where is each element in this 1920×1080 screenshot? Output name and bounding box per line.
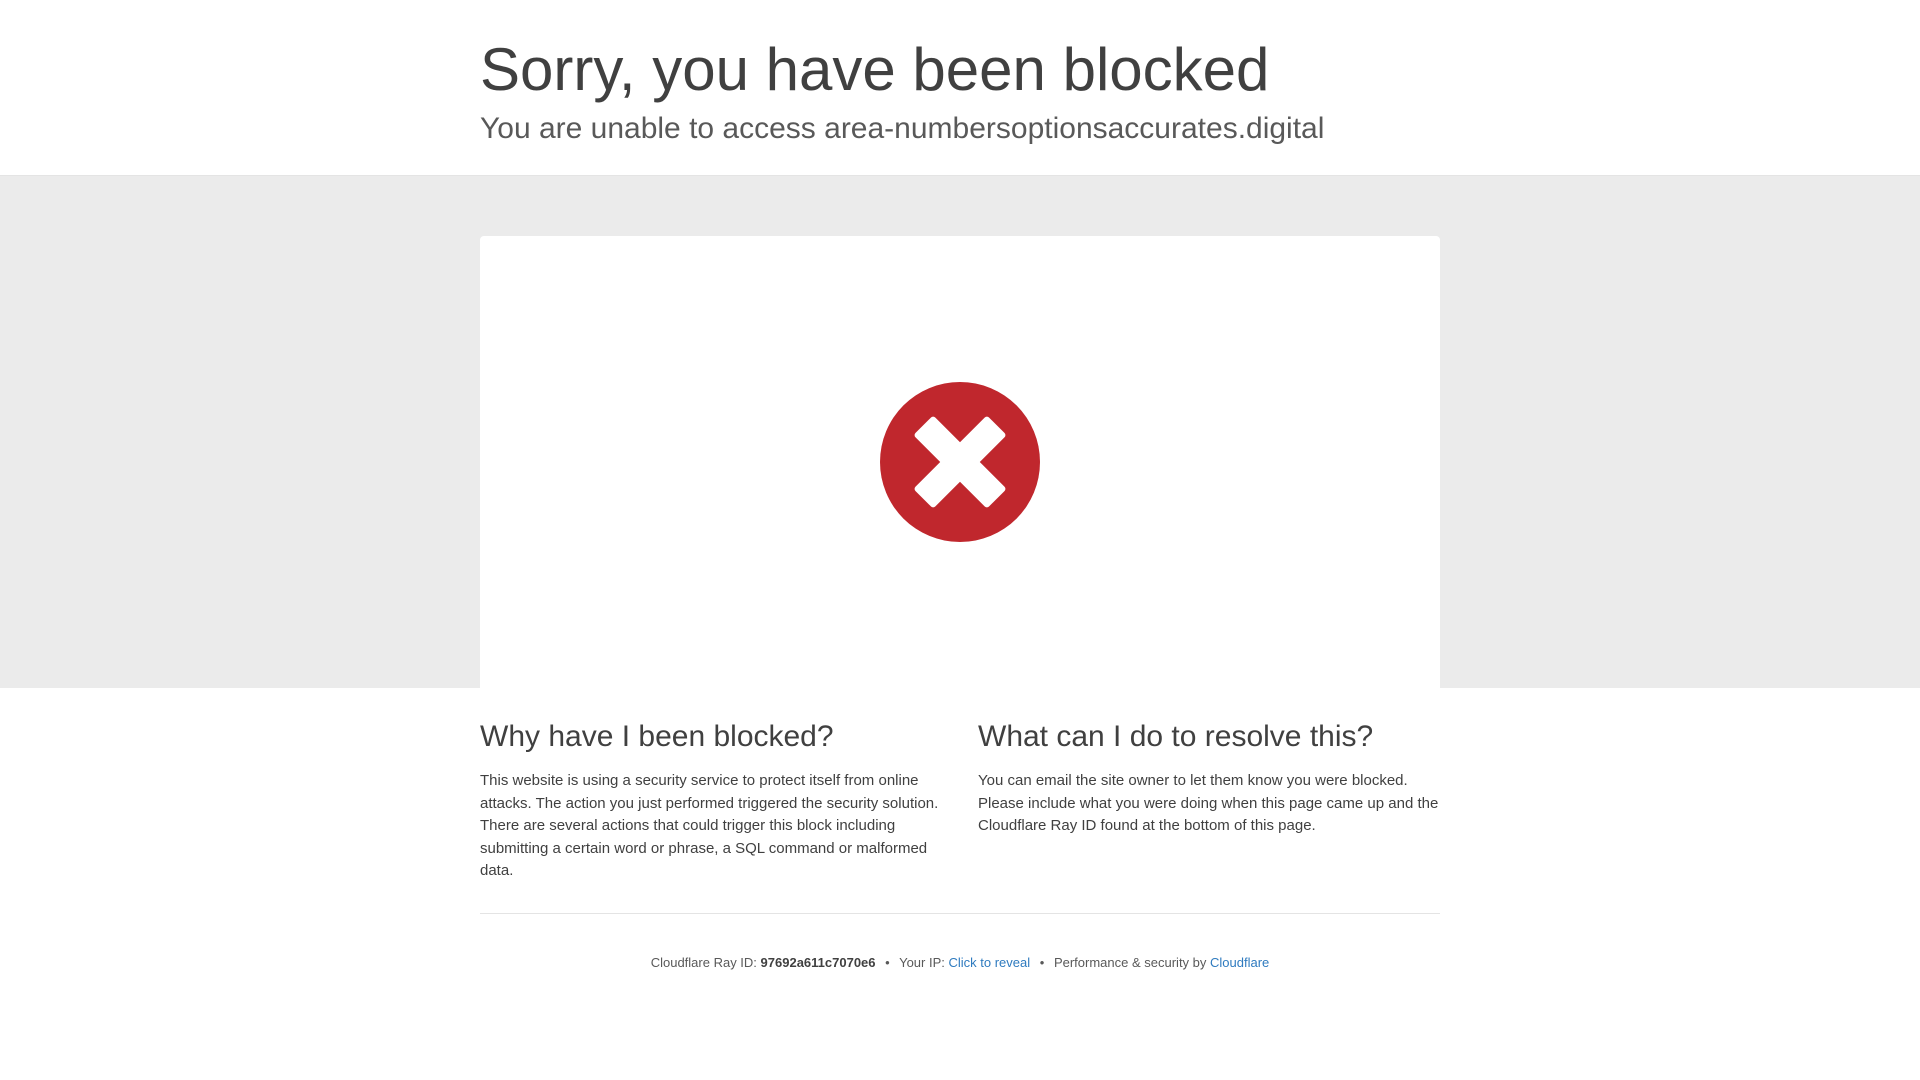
cloudflare-link[interactable]: Cloudflare — [1210, 955, 1269, 970]
hero-band — [0, 176, 1920, 688]
why-text: This website is using a security service… — [480, 772, 939, 879]
footer-separator: • — [885, 954, 890, 970]
ip-label: Your IP: — [899, 954, 945, 970]
resolve-column: What can I do to resolve this? You can e… — [978, 718, 1440, 883]
error-x-icon — [880, 382, 1040, 542]
why-heading: Why have I been blocked? — [480, 720, 834, 753]
footer: Cloudflare Ray ID: 97692a611c7070e6 • Yo… — [480, 914, 1440, 972]
why-column: Why have I been blocked? This website is… — [480, 718, 942, 883]
hero-card — [480, 236, 1440, 688]
perf-label: Performance & security by — [1053, 954, 1207, 970]
resolve-heading: What can I do to resolve this? — [978, 720, 1374, 753]
page-subtitle: You are unable to access area-numbersopt… — [480, 112, 1325, 145]
info-columns: Why have I been blocked? This website is… — [480, 688, 1440, 883]
resolve-text: You can email the site owner to let them… — [978, 772, 1439, 834]
ray-label: Cloudflare Ray ID: — [650, 954, 757, 970]
page-title: Sorry, you have been blocked — [480, 36, 1270, 103]
reveal-ip-button[interactable]: Click to reveal — [949, 954, 1031, 972]
header: Sorry, you have been blocked You are una… — [0, 0, 1920, 176]
ray-id: 97692a611c7070e6 — [760, 954, 876, 970]
footer-separator: • — [1039, 954, 1045, 970]
content: Why have I been blocked? This website is… — [480, 688, 1440, 972]
